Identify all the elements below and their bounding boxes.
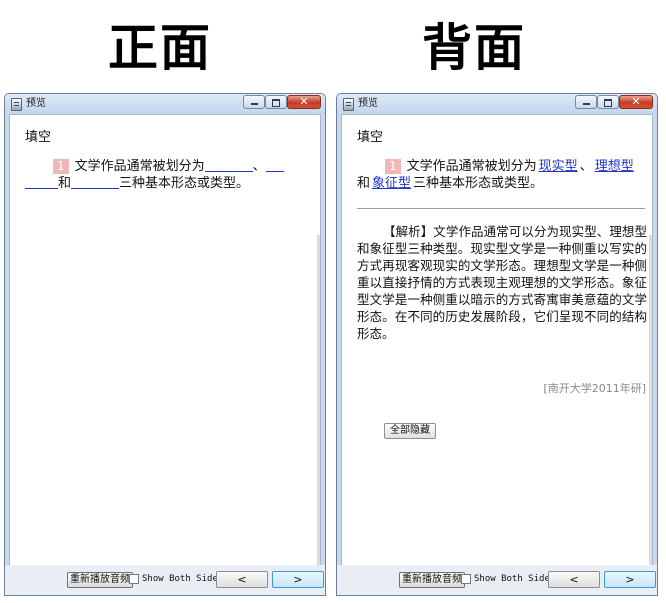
app-icon xyxy=(343,98,354,111)
window-title: 预览 xyxy=(26,98,46,109)
chevron-left-icon: < xyxy=(237,573,247,586)
question-number-badge: 1 xyxy=(385,159,401,174)
chevron-right-icon: > xyxy=(293,573,303,586)
blank-2-continued xyxy=(25,175,58,189)
back-preview-window: 预览 ✕ 填空 1 文学作品通常被划分为 现实型、理想型和 象征型 三种基本形态或类型。… xyxy=(336,93,658,596)
question-number-badge: 1 xyxy=(53,159,69,174)
question-text: 1 文学作品通常被划分为 、和 三种基本形态或类型。 xyxy=(25,158,310,192)
previous-button[interactable]: < xyxy=(216,571,268,588)
question-part1: 文学作品通常被划分为 xyxy=(74,159,205,174)
minimize-button[interactable] xyxy=(243,95,265,109)
previous-button[interactable]: < xyxy=(548,571,600,588)
answer-realistic: 现实型 xyxy=(538,159,578,174)
maximize-button[interactable] xyxy=(265,95,287,109)
chevron-left-icon: < xyxy=(569,573,579,586)
question-part2: 三种基本形态或类型。 xyxy=(119,176,250,191)
card-content-area: 填空 1 文学作品通常被划分为 现实型、理想型和 象征型 三种基本形态或类型。 【解析】… xyxy=(341,114,653,566)
question-text: 1 文学作品通常被划分为 现实型、理想型和 象征型 三种基本形态或类型。 xyxy=(357,158,642,192)
show-both-sides-checkbox[interactable] xyxy=(129,574,139,584)
maximize-icon xyxy=(604,99,612,107)
minimize-icon xyxy=(251,103,258,105)
window-title: 预览 xyxy=(358,98,378,109)
maximize-button[interactable] xyxy=(597,95,619,109)
show-both-sides-label[interactable]: Show Both Sides xyxy=(142,573,223,585)
front-back-divider xyxy=(357,208,645,209)
close-icon: ✕ xyxy=(631,95,641,108)
source-citation: [南开大学2011年研] xyxy=(543,382,646,395)
analysis-text: 【解析】文学作品通常可以分为现实型、理想型和象征型三种类型。现实型文学是一种侧重… xyxy=(357,224,647,341)
hide-all-button[interactable]: 全部隐藏 xyxy=(384,423,436,439)
next-button[interactable]: > xyxy=(272,571,324,588)
question-part1: 文学作品通常被划分为 xyxy=(406,159,537,174)
conjunction: 和 xyxy=(58,176,72,191)
minimize-button[interactable] xyxy=(575,95,597,109)
separator: 、 xyxy=(579,159,593,174)
scrollbar[interactable] xyxy=(317,235,320,565)
chevron-right-icon: > xyxy=(625,573,635,586)
answer-symbolic: 象征型 xyxy=(372,176,412,191)
minimize-icon xyxy=(583,103,590,105)
question-part2: 三种基本形态或类型。 xyxy=(413,176,544,191)
maximize-icon xyxy=(272,99,280,107)
answer-idealistic: 理想型 xyxy=(594,159,634,174)
close-button[interactable]: ✕ xyxy=(619,95,653,109)
show-both-sides-label[interactable]: Show Both Sides xyxy=(474,573,555,585)
scrollbar[interactable] xyxy=(649,235,652,565)
close-button[interactable]: ✕ xyxy=(287,95,321,109)
title-bar[interactable]: 预览 ✕ xyxy=(5,94,325,114)
blank-1 xyxy=(204,158,253,172)
title-bar[interactable]: 预览 ✕ xyxy=(337,94,657,114)
front-side-heading: 正面 xyxy=(108,18,212,77)
conjunction: 和 xyxy=(357,176,371,191)
section-title: 填空 xyxy=(357,130,384,145)
blank-2 xyxy=(265,158,284,172)
app-icon xyxy=(11,98,22,111)
section-title: 填空 xyxy=(25,130,52,145)
front-preview-window: 预览 ✕ 填空 1 文学作品通常被划分为 、和 三种基本形态或类型。 重新播放音频 S… xyxy=(4,93,326,596)
card-content-area: 填空 1 文学作品通常被划分为 、和 三种基本形态或类型。 xyxy=(9,114,321,566)
separator: 、 xyxy=(252,159,266,174)
bottom-toolbar: 重新播放音频 Show Both Sides < > xyxy=(337,565,657,595)
back-side-heading: 背面 xyxy=(422,18,526,77)
blank-3 xyxy=(71,175,120,189)
close-icon: ✕ xyxy=(299,95,309,108)
bottom-toolbar: 重新播放音频 Show Both Sides < > xyxy=(5,565,325,595)
replay-audio-button[interactable]: 重新播放音频 xyxy=(399,572,465,588)
replay-audio-button[interactable]: 重新播放音频 xyxy=(67,572,133,588)
next-button[interactable]: > xyxy=(604,571,656,588)
show-both-sides-checkbox[interactable] xyxy=(461,574,471,584)
